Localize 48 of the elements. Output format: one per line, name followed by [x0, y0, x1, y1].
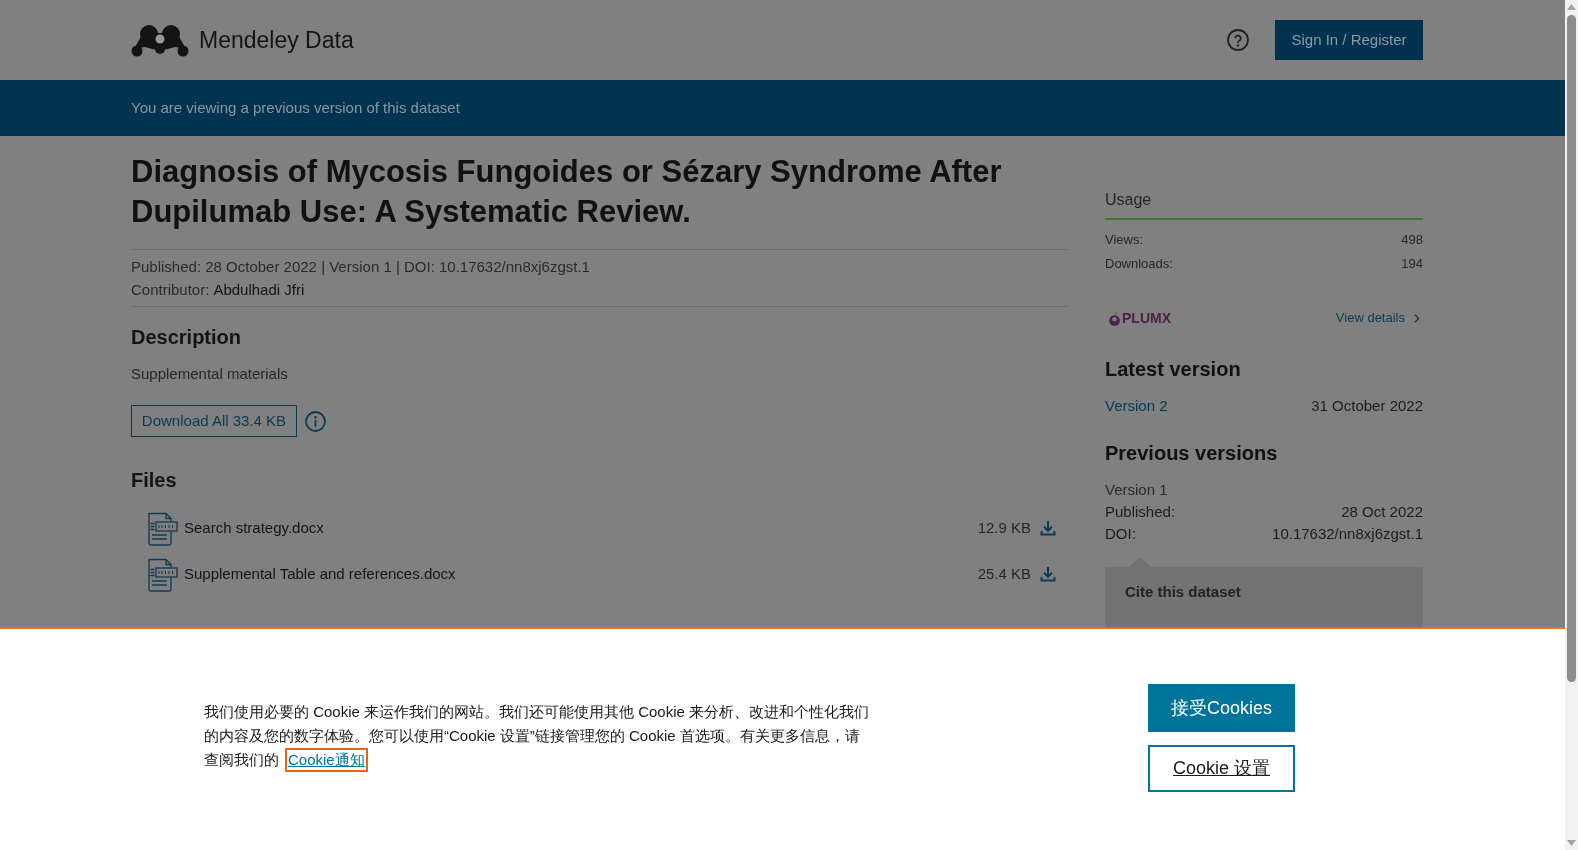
- version-field-value: 28 Oct 2022: [1341, 501, 1423, 522]
- help-icon[interactable]: [1227, 29, 1249, 51]
- sidebar-heading: Previous versions: [1105, 441, 1279, 466]
- usage-heading: Usage: [1105, 190, 1153, 210]
- stat-value: 194: [1401, 255, 1423, 274]
- contributor-label: Contributor:: [131, 280, 210, 300]
- scroll-up-icon[interactable]: [1567, 4, 1576, 10]
- file-name[interactable]: Supplemental Table and references.docx: [184, 562, 456, 586]
- file-size: 25.4 KB: [977, 563, 1031, 584]
- cookie-settings-button[interactable]: Cookie 设置: [1148, 745, 1295, 792]
- stat-value: 498: [1401, 231, 1423, 250]
- logo-icon[interactable]: [131, 23, 189, 57]
- scrollbar-thumb[interactable]: [1567, 15, 1576, 682]
- previous-version-name: Version 1: [1105, 480, 1169, 500]
- section-heading: Description: [131, 325, 243, 350]
- plumx-logo-text: PLUMX: [1122, 310, 1171, 326]
- scroll-down-icon[interactable]: [1567, 840, 1576, 846]
- version-field-label: Published:: [1105, 501, 1176, 522]
- site-logo-text[interactable]: Mendeley Data: [199, 25, 354, 55]
- section-heading: Files: [131, 468, 178, 493]
- stat-label: Views:: [1105, 231, 1144, 250]
- file-name[interactable]: Search strategy.docx: [184, 516, 324, 540]
- document-icon: [147, 510, 178, 546]
- dataset-title: Diagnosis of Mycosis Fungoides or Sézary Syndrome After Dupilumab Use: A Systematic Review.: [131, 153, 1003, 231]
- accept-cookies-button[interactable]: 接受Cookies: [1148, 684, 1295, 732]
- cite-heading: Cite this dataset: [1125, 582, 1242, 602]
- document-icon: [147, 556, 178, 592]
- notice-text: You are viewing a previous version of this dataset: [131, 97, 460, 118]
- cookie-notice-link[interactable]: Cookie通知: [285, 748, 368, 772]
- info-icon[interactable]: [305, 410, 326, 432]
- view-details-link[interactable]: View details: [1335, 308, 1423, 328]
- version-field-label: DOI:: [1105, 523, 1136, 544]
- chevron-right-icon: [1414, 313, 1420, 323]
- download-icon[interactable]: [1040, 566, 1056, 582]
- sign-in-button[interactable]: Sign In / Register: [1275, 20, 1423, 60]
- dataset-meta: Published: 28 October 2022 | Version 1 | DOI: 10.17632/nn8xj6zgst.1: [131, 257, 591, 277]
- plum-icon: [1108, 310, 1121, 326]
- file-size: 12.9 KB: [977, 517, 1031, 538]
- stat-label: Downloads:: [1105, 255, 1173, 274]
- latest-version-link[interactable]: Version 2: [1105, 394, 1168, 418]
- latest-version-date: 31 October 2022: [1311, 395, 1423, 416]
- download-all-button[interactable]: Download All 33.4 KB: [131, 405, 297, 437]
- cookie-notice-text: 我们使用必要的 Cookie 来运作我们的网站。我们还可能使用其他 Cookie 来分析、改进和个性化我们的内容及您的数字体验。您可以使用“Cookie 设置”链接管理您的 Cookie 首选项。有关更多信息，请查阅我们的 Cookie通知: [204, 700, 872, 772]
- version-field-value: 10.17632/nn8xj6zgst.1: [1272, 523, 1423, 544]
- sidebar-heading: Latest version: [1105, 357, 1242, 382]
- download-icon[interactable]: [1040, 520, 1056, 536]
- contributor-name[interactable]: Abdulhadi Jfri: [213, 278, 305, 301]
- description-text: Supplemental materials: [131, 364, 289, 384]
